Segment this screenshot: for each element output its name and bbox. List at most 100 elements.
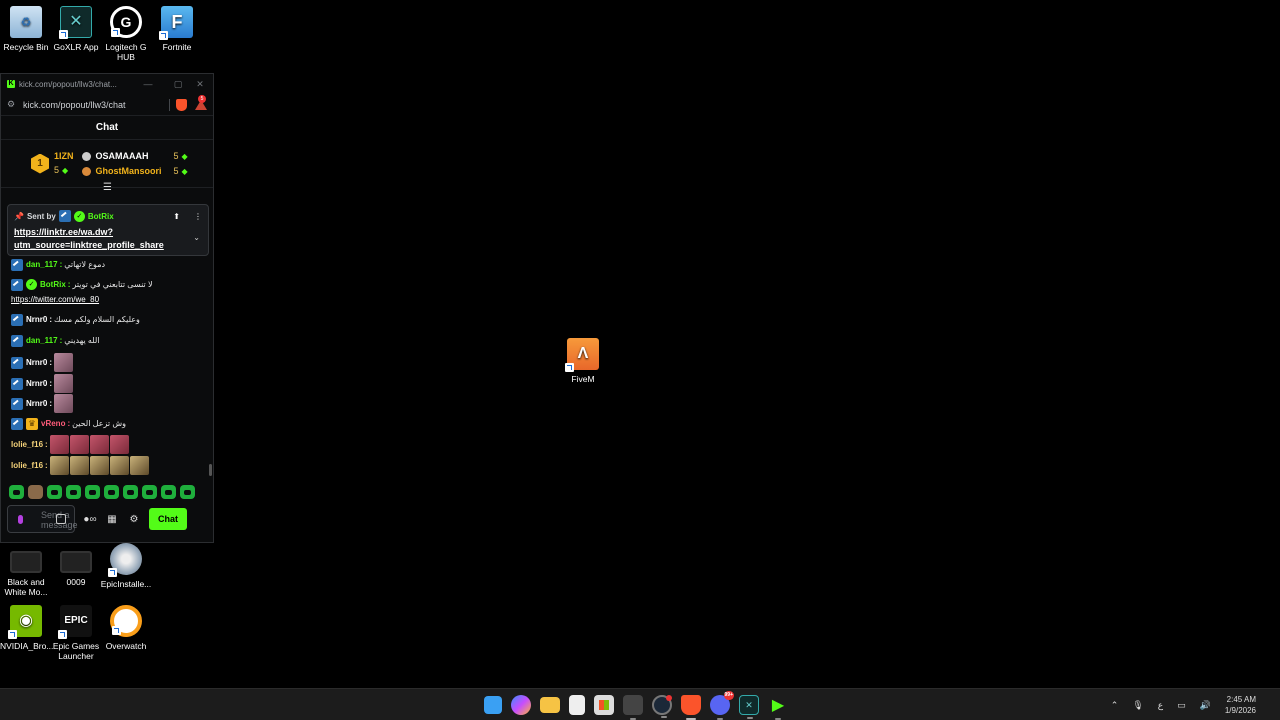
emote-button[interactable] [161, 485, 176, 499]
game-app-icon[interactable] [623, 695, 643, 720]
chat-username[interactable]: dan_117 [26, 259, 58, 271]
desktop-icon-nvidia[interactable]: ◉ NVIDIA_Bro... [0, 605, 54, 651]
microphone-icon[interactable] [18, 514, 23, 524]
emote-button[interactable] [142, 485, 157, 499]
taskbar-apps: 99+ ✕ ▶ [484, 691, 788, 720]
username-colon: : [49, 357, 53, 367]
chat-input[interactable]: Send a message [7, 505, 78, 533]
moderator-badge-icon [11, 279, 23, 291]
gear-icon[interactable]: ⚙ [127, 514, 141, 525]
volume-icon[interactable]: 🔊 [1200, 700, 1211, 711]
moderator-badge-icon [11, 335, 23, 347]
site-settings-icon[interactable]: ⚙ [7, 99, 17, 110]
leaderboard-second-name[interactable]: OSAMAAAH [96, 149, 174, 164]
nvidia-icon: ◉ [8, 605, 42, 639]
chat-username[interactable]: dan_117 [26, 335, 58, 347]
emoji-picker-icon[interactable] [56, 514, 66, 524]
chat-username[interactable]: Nrnr0 [26, 314, 47, 326]
chat-username[interactable]: Nrnr0 [26, 398, 47, 410]
leaderboard-third-name[interactable]: GhostMansoori [96, 164, 174, 179]
chat-username[interactable]: Nrnr0 [26, 357, 47, 369]
leaderboard-top-name[interactable]: 1IZN [54, 149, 74, 163]
steam-icon[interactable] [652, 695, 672, 718]
username-colon: : [59, 260, 63, 269]
desktop-icon-black-white-movie[interactable]: Black and White Mo... [0, 546, 52, 597]
chat-emote [49, 456, 69, 475]
chat-scrollbar[interactable] [209, 464, 212, 476]
brave-shields-icon[interactable] [176, 98, 187, 111]
moderator-badge-icon [11, 356, 23, 369]
desktop-icon-label: Fortnite [162, 42, 192, 52]
window-titlebar[interactable]: K kick.com/popout/llw3/chat... — ▢ ✕ [1, 74, 213, 94]
emote-button[interactable] [180, 485, 195, 499]
overwatch-icon [110, 605, 142, 637]
chat-composer: Send a message ●∞ ▦ ⚙ Chat [7, 504, 211, 534]
desktop-icon-label: NVIDIA_Bro... [0, 641, 54, 651]
file-explorer-icon[interactable] [540, 697, 560, 713]
desktop-icon-0009[interactable]: 0009 [50, 546, 102, 587]
channel-points-icon[interactable]: ●∞ [83, 514, 97, 525]
pinned-link[interactable]: https://linktr.ee/wa.dw?utm_source=linkt… [14, 226, 189, 252]
discord-icon[interactable]: 99+ [710, 691, 734, 720]
address-separator [169, 98, 170, 111]
desktop-icon-recycle-bin[interactable]: ♻ Recycle Bin [0, 6, 52, 52]
address-bar: ⚙ kick.com/popout/llw3/chat 5 [1, 94, 213, 116]
input-language[interactable]: ع [1158, 700, 1163, 711]
clock[interactable]: 2:45 AM 1/9/2026 [1225, 694, 1256, 716]
unpin-icon[interactable]: ⬆ [173, 212, 180, 221]
close-button[interactable]: ✕ [193, 79, 207, 90]
chat-emote [89, 456, 109, 475]
window-title: kick.com/popout/llw3/chat... [19, 79, 117, 89]
emote-button[interactable] [9, 485, 24, 499]
desktop-icon-goxlr[interactable]: ✕ GoXLR App [50, 6, 102, 52]
leaderboard-top-count: 5 [54, 165, 60, 175]
emote-button[interactable] [47, 485, 62, 499]
store-icon[interactable]: ▦ [105, 514, 119, 525]
desktop-icon-label: Logitech G HUB [105, 42, 147, 62]
installer-disc-icon [108, 543, 142, 577]
brave-rewards-icon[interactable]: 5 [195, 94, 207, 110]
desktop-icon-epic-installer[interactable]: EpicInstalle... [100, 543, 152, 589]
goxlr-taskbar-icon[interactable]: ✕ [739, 695, 759, 719]
desktop-icon-fivem[interactable]: Λ FiveM [557, 338, 609, 384]
more-options-icon[interactable]: ⋮ [194, 212, 202, 221]
emote-button[interactable] [104, 485, 119, 499]
chat-username[interactable]: lolie_f16 [11, 439, 43, 451]
chat-message: lolie_f16: [11, 435, 207, 454]
system-tray: ⌃ 🎙 ع ▭ 🔊 2:45 AM 1/9/2026 [1111, 689, 1280, 720]
microsoft-store-icon[interactable] [594, 695, 614, 715]
emote-button[interactable] [85, 485, 100, 499]
steam-notification-badge [666, 695, 672, 701]
desktop-icon-overwatch[interactable]: Overwatch [100, 605, 152, 651]
chat-username[interactable]: vReno [41, 418, 65, 430]
chevron-down-icon[interactable]: ⌄ [193, 233, 200, 242]
desktop-icon-label: Black and White Mo... [4, 577, 48, 597]
emote-button[interactable] [28, 485, 43, 499]
microphone-tray-icon[interactable]: 🎙 [1132, 700, 1143, 711]
desktop-icon-fortnite[interactable]: F Fortnite [151, 6, 203, 52]
start-button-icon[interactable] [484, 696, 502, 714]
emote-button[interactable] [123, 485, 138, 499]
chat-username[interactable]: BotRix [40, 279, 66, 291]
copilot-icon[interactable] [511, 695, 531, 715]
chat-emote [89, 435, 109, 454]
gift-gem-icon: ◆ [62, 166, 69, 175]
address-url[interactable]: kick.com/popout/llw3/chat [23, 100, 169, 110]
chevron-up-icon[interactable]: ⌃ [1111, 700, 1119, 711]
emote-button[interactable] [66, 485, 81, 499]
send-chat-button[interactable]: Chat [149, 508, 187, 530]
maximize-button[interactable]: ▢ [163, 79, 193, 90]
kick-taskbar-icon[interactable]: ▶ [768, 695, 788, 720]
pinned-user[interactable]: BotRix [88, 212, 114, 221]
chat-username[interactable]: Nrnr0 [26, 378, 47, 390]
minimize-button[interactable]: — [133, 79, 163, 89]
chat-username[interactable]: lolie_f16 [11, 460, 43, 472]
brave-browser-icon[interactable] [681, 695, 701, 720]
notepad-icon[interactable] [569, 695, 585, 715]
chat-message: Nrnr0: [11, 353, 207, 372]
network-icon[interactable]: ▭ [1177, 700, 1186, 711]
chat-link[interactable]: https://twitter.com/we_80 [11, 294, 207, 306]
desktop-icon-logitech[interactable]: G Logitech G HUB [100, 6, 152, 62]
desktop-icon-epic-games[interactable]: EPIC Epic Games Launcher [50, 605, 102, 661]
expand-leaderboard-icon[interactable]: ☰ [103, 182, 112, 193]
